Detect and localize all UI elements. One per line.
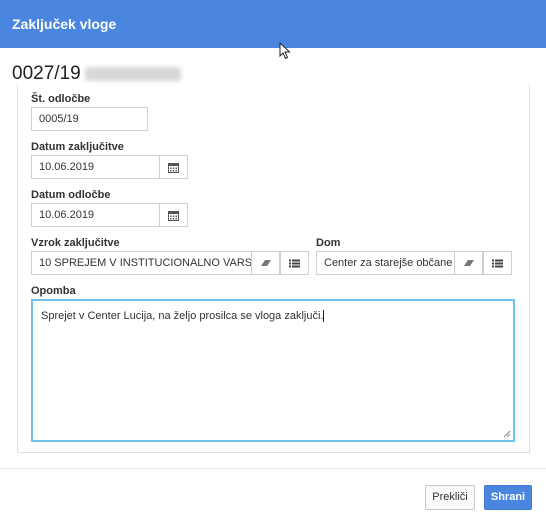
- save-button[interactable]: Shrani: [484, 485, 532, 510]
- opomba-text: Sprejet v Center Lucija, na željo prosil…: [41, 310, 324, 322]
- list-icon: [492, 259, 503, 267]
- datum-zakljucitve-input[interactable]: 10.06.2019: [31, 155, 160, 179]
- text-caret: [323, 310, 325, 323]
- eraser-icon: [260, 260, 271, 266]
- dom-input[interactable]: Center za starejše občane: [316, 251, 455, 275]
- dom-clear-button[interactable]: [454, 251, 483, 275]
- footer-divider: [0, 468, 546, 469]
- st-odlocbe-label: Št. odločbe: [31, 93, 91, 105]
- vzrok-zakljucitve-input[interactable]: 10 SPREJEM V INSTITUCIONALNO VARSTVO: [31, 251, 252, 275]
- mouse-cursor-icon: [279, 42, 291, 60]
- st-odlocbe-input[interactable]: 0005/19: [31, 107, 148, 131]
- datum-zakljucitve-calendar-button[interactable]: [159, 155, 188, 179]
- opomba-textarea[interactable]: Sprejet v Center Lucija, na željo prosil…: [31, 299, 515, 442]
- cancel-button[interactable]: Prekliči: [425, 485, 475, 510]
- dom-label: Dom: [316, 237, 341, 249]
- list-icon: [289, 259, 300, 267]
- calendar-icon: [168, 210, 179, 221]
- calendar-icon: [168, 162, 179, 173]
- resize-handle-icon[interactable]: [503, 430, 511, 438]
- record-heading: 0027/19: [12, 62, 181, 86]
- dialog-title: Zaključek vloge: [0, 0, 546, 48]
- datum-odlocbe-input[interactable]: 10.06.2019: [31, 203, 160, 227]
- opomba-label: Opomba: [31, 285, 76, 297]
- record-id: 0027/19: [12, 63, 81, 84]
- datum-odlocbe-label: Datum odločbe: [31, 189, 111, 201]
- vzrok-zakljucitve-label: Vzrok zaključitve: [31, 237, 120, 249]
- vzrok-list-button[interactable]: [280, 251, 309, 275]
- datum-odlocbe-calendar-button[interactable]: [159, 203, 188, 227]
- dom-list-button[interactable]: [483, 251, 512, 275]
- datum-zakljucitve-label: Datum zaključitve: [31, 141, 124, 153]
- vzrok-clear-button[interactable]: [251, 251, 280, 275]
- eraser-icon: [463, 260, 474, 266]
- redacted-name: [84, 66, 181, 81]
